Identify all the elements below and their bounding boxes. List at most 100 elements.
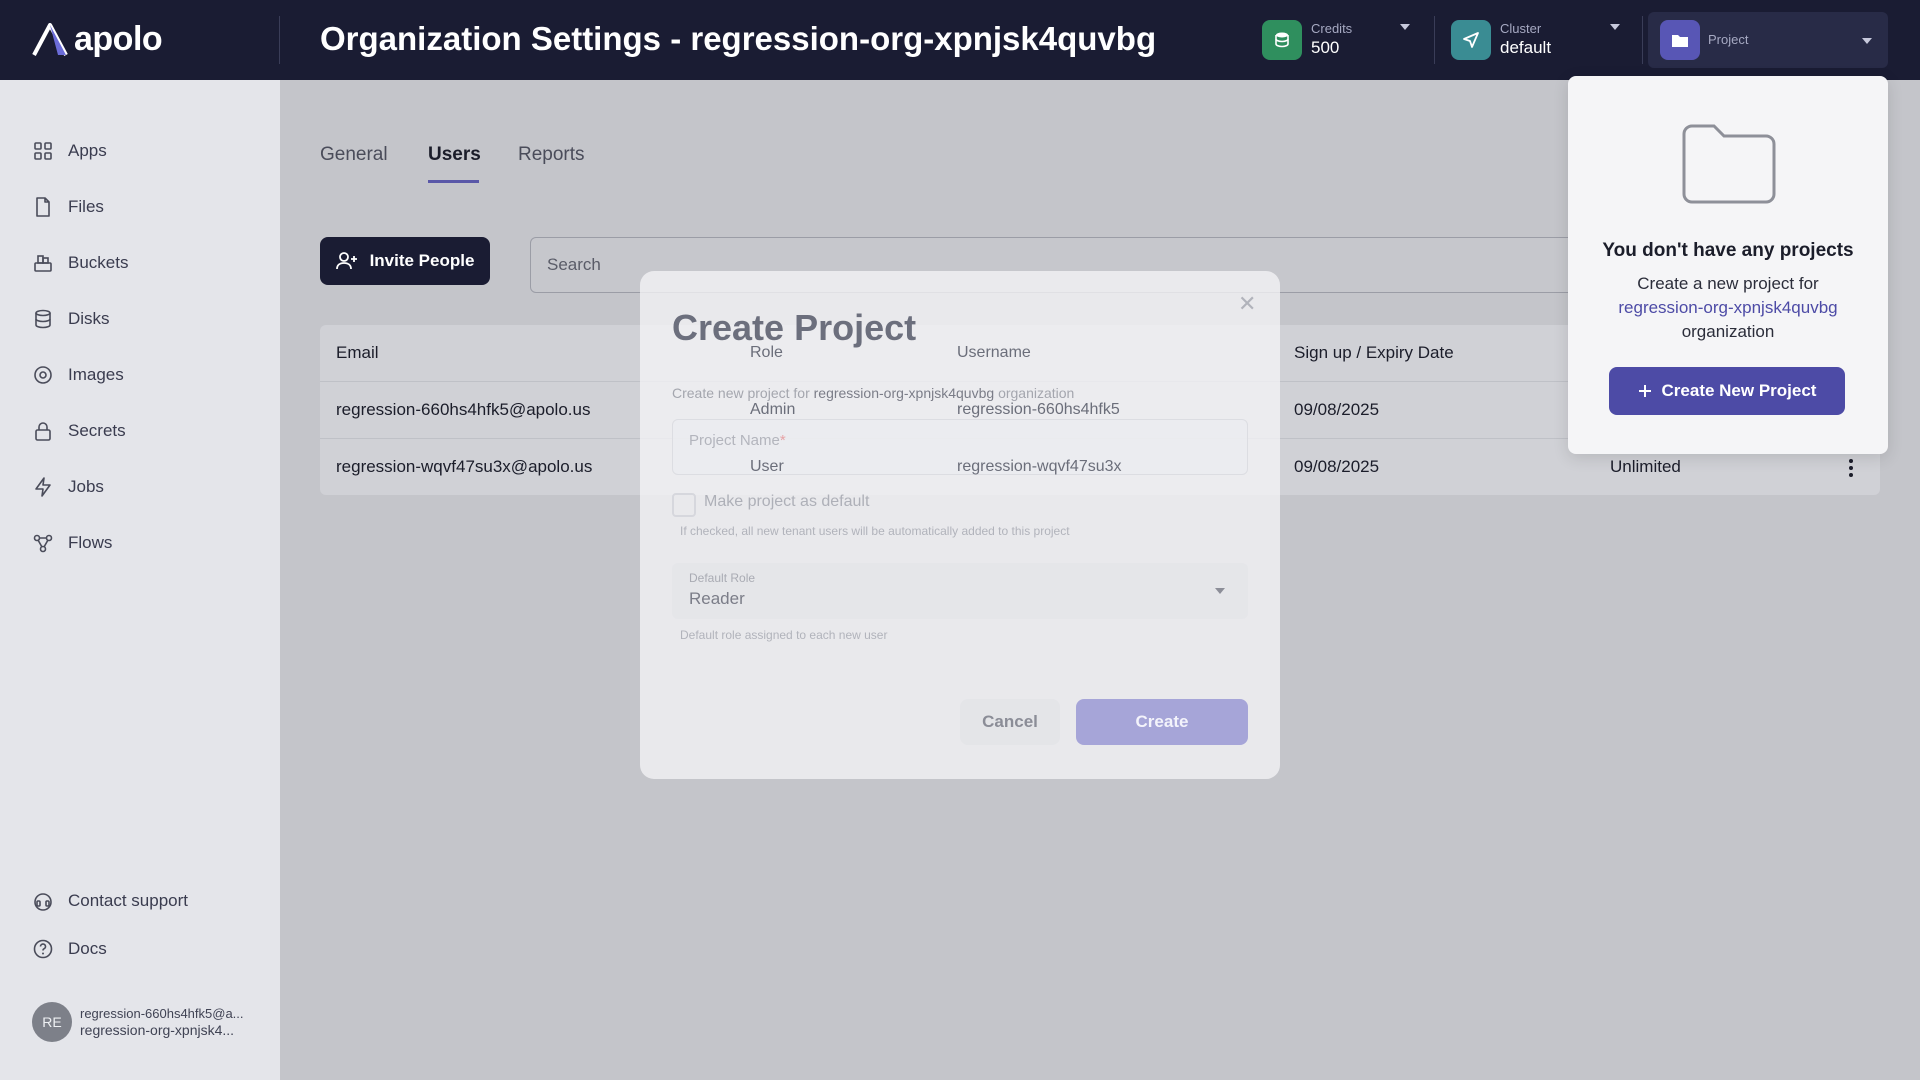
header-separator: [1434, 16, 1435, 64]
file-icon: [36, 197, 50, 217]
sidebar-item-label: Disks: [68, 309, 110, 328]
modal-subtitle-suffix: organization: [998, 385, 1075, 401]
chevron-down-icon: [1215, 588, 1225, 594]
column-header-date[interactable]: Sign up / Expiry Date: [1294, 343, 1454, 363]
credits-chevron-down-icon[interactable]: [1400, 24, 1410, 30]
sidebar-item-flows[interactable]: Flows: [32, 532, 112, 554]
sidebar-item-label: Images: [68, 365, 124, 384]
no-projects-description: Create a new project for regression-org-…: [1568, 272, 1888, 344]
table-cell-role: Admin: [750, 401, 796, 418]
default-role-help: Default role assigned to each new user: [680, 628, 888, 642]
close-icon[interactable]: ✕: [1238, 291, 1256, 317]
sidebar-item-files[interactable]: Files: [32, 196, 104, 218]
default-role-value: Reader: [689, 589, 745, 608]
disc-icon: [34, 366, 52, 384]
send-icon: [1451, 20, 1491, 60]
database-icon: [35, 309, 51, 329]
logo-text: apolo: [74, 20, 163, 58]
credits-value: 500: [1311, 38, 1340, 57]
no-projects-title: You don't have any projects: [1602, 240, 1854, 261]
default-project-label[interactable]: Make project as default: [704, 493, 869, 511]
column-header-username[interactable]: Username: [957, 344, 1031, 362]
sidebar-item-label: Flows: [68, 533, 113, 552]
sidebar-item-secrets[interactable]: Secrets: [32, 420, 126, 442]
project-chevron-down-icon: [1862, 38, 1872, 44]
header-separator: [1642, 16, 1643, 64]
modal-subtitle-org: regression-org-xpnjsk4quvbg: [813, 385, 995, 401]
sidebar-item-label: Jobs: [68, 477, 104, 496]
docs-link[interactable]: Docs: [32, 938, 107, 960]
table-cell-role: User: [750, 458, 784, 475]
column-header-email[interactable]: Email: [336, 343, 379, 363]
cluster-chevron-down-icon[interactable]: [1610, 24, 1620, 30]
column-header-role[interactable]: Role: [750, 344, 783, 362]
default-project-help: If checked, all new tenant users will be…: [680, 524, 1070, 538]
apolo-logo-icon: [32, 22, 68, 56]
table-cell-email: regression-660hs4hfk5@apolo.us: [336, 400, 591, 419]
cancel-button[interactable]: Cancel: [960, 699, 1060, 745]
avatar: RE: [32, 1002, 72, 1042]
lock-icon: [35, 422, 51, 441]
help-circle-icon: [33, 939, 53, 959]
modal-title: Create Project: [672, 307, 917, 348]
sidebar: Apps Files Buckets Disks Images Secrets …: [0, 80, 280, 1080]
flow-icon: [33, 534, 53, 553]
sidebar-item-label: Apps: [68, 141, 107, 160]
default-role-select[interactable]: Default Role Reader: [672, 563, 1248, 619]
create-new-project-button[interactable]: Create New Project: [1609, 367, 1845, 415]
required-mark: *: [779, 432, 786, 449]
apolo-logo[interactable]: apolo: [32, 20, 163, 59]
org-link[interactable]: regression-org-xpnjsk4quvbg: [1568, 296, 1888, 320]
tab-general[interactable]: General: [320, 144, 388, 166]
default-role-label: Default Role: [689, 571, 756, 585]
table-cell-credits: Unlimited: [1610, 457, 1681, 476]
page-title: Organization Settings - regression-org-x…: [320, 20, 1157, 57]
default-project-checkbox[interactable]: [672, 493, 696, 517]
no-projects-desc-suffix: organization: [1681, 322, 1775, 341]
modal-subtitle: Create new project for regression-org-xp…: [672, 385, 1074, 401]
active-tab-indicator: [428, 180, 479, 183]
create-button[interactable]: Create: [1076, 699, 1248, 745]
project-label: Project: [1708, 32, 1749, 47]
lightning-icon: [35, 477, 51, 497]
add-user-icon: [335, 252, 357, 270]
sidebar-item-disks[interactable]: Disks: [32, 308, 110, 330]
table-cell-date: 09/08/2025: [1294, 457, 1380, 476]
sidebar-item-jobs[interactable]: Jobs: [32, 476, 104, 498]
project-name-label-text: Project Name: [689, 432, 780, 449]
grid-icon: [34, 142, 52, 160]
sidebar-item-label: Buckets: [68, 253, 129, 272]
bucket-icon: [34, 255, 52, 272]
credits-label: Credits: [1311, 21, 1353, 36]
tab-reports[interactable]: Reports: [518, 144, 585, 166]
user-org: regression-org-xpnjsk4...: [80, 1022, 235, 1038]
modal-subtitle-prefix: Create new project for: [672, 385, 810, 401]
table-cell-username: regression-660hs4hfk5: [957, 401, 1120, 418]
sidebar-item-buckets[interactable]: Buckets: [32, 252, 128, 274]
cluster-label: Cluster: [1500, 21, 1542, 36]
docs-label: Docs: [68, 939, 107, 958]
sidebar-item-apps[interactable]: Apps: [32, 140, 107, 162]
cluster-widget[interactable]: Cluster default: [1451, 12, 1551, 68]
project-selector[interactable]: Project: [1648, 12, 1888, 68]
plus-icon: [1638, 385, 1651, 397]
coins-icon: [1262, 20, 1302, 60]
invite-people-button[interactable]: Invite People: [320, 237, 490, 285]
folder-icon: [1682, 124, 1776, 204]
sidebar-item-label: Secrets: [68, 421, 126, 440]
row-menu-icon[interactable]: [1849, 459, 1853, 480]
sidebar-item-images[interactable]: Images: [32, 364, 124, 386]
contact-support-link[interactable]: Contact support: [32, 890, 188, 912]
tab-users[interactable]: Users: [428, 144, 481, 166]
user-profile[interactable]: RE regression-660hs4hfk5@a... regression…: [32, 1002, 250, 1042]
project-name-label: Project Name*: [689, 432, 786, 449]
table-cell-date: 09/08/2025: [1294, 400, 1380, 419]
credits-widget[interactable]: Credits 500: [1262, 12, 1352, 68]
table-cell-email: regression-wqvf47su3x@apolo.us: [336, 457, 593, 476]
create-new-project-label: Create New Project: [1661, 381, 1817, 400]
no-projects-desc-prefix: Create a new project for: [1637, 274, 1819, 293]
folder-icon: [1660, 20, 1700, 60]
sidebar-item-label: Files: [68, 197, 104, 216]
projects-popover: You don't have any projects Create a new…: [1568, 76, 1888, 454]
invite-people-label: Invite People: [369, 251, 475, 270]
